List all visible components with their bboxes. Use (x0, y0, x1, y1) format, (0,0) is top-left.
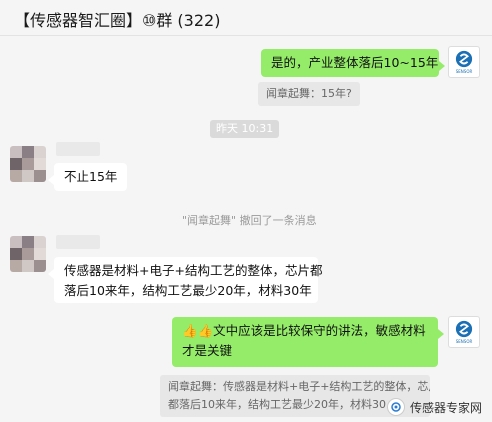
message-text-line: 传感器是材料+电子+结构工艺的整体，芯片都 (64, 263, 323, 278)
avatar-self[interactable]: SENSOR (448, 46, 480, 78)
message-text: 是的，产业整体落后10~15年 (271, 55, 439, 70)
message-text-line: 落后10来年，结构工艺最少20年，材料30年 (64, 283, 312, 298)
quoted-text: 闻章起舞：15年? (266, 87, 352, 100)
chat-title[interactable]: 【传感器智汇圈】⑩群 (322) (14, 7, 220, 31)
avatar-other[interactable] (10, 236, 46, 272)
logo-text: SENSOR (455, 339, 473, 344)
watermark-text: 传感器专家网 (409, 400, 482, 415)
avatar-self[interactable]: SENSOR (448, 316, 480, 348)
watermark: 传感器专家网 (386, 398, 482, 416)
message-bubble-self[interactable]: 👍👍文中应该是比较保守的讲法，敏感材料 才是关键 (172, 317, 444, 367)
wechat-channel-icon (386, 398, 405, 416)
sender-name-blurred (56, 235, 100, 249)
quoted-text-line: 都落后10来年，结构工艺最少20年，材料30... (168, 398, 397, 411)
logo-text: SENSOR (455, 69, 473, 74)
timestamp-badge: 昨天 10:31 (210, 120, 280, 138)
company-logo-icon (455, 50, 473, 68)
avatar-other[interactable] (10, 146, 46, 182)
message-bubble-other[interactable]: 传感器是材料+电子+结构工艺的整体，芯片都 落后10来年，结构工艺最少20年，材… (48, 257, 323, 303)
quoted-message[interactable]: 闻章起舞：15年? (258, 82, 360, 106)
quoted-text-line: 闻章起舞：传感器是材料+电子+结构工艺的整体，芯片 (168, 380, 430, 393)
timestamp-text: 昨天 10:31 (216, 122, 274, 135)
message-text-line: 才是关键 (182, 343, 233, 358)
message-text-line: 文中应该是比较保守的讲法，敏感材料 (213, 323, 426, 338)
message-bubble-self[interactable]: 是的，产业整体落后10~15年 (261, 49, 445, 77)
message-bubble-other[interactable]: 不止15年 (47, 163, 128, 191)
message-text: 不止15年 (64, 169, 118, 184)
thumbs-up-icon: 👍👍 (182, 323, 214, 338)
recall-notice: "闻章起舞" 撤回了一条消息 (182, 212, 317, 228)
company-logo-icon (455, 320, 473, 338)
recall-notice-text: "闻章起舞" 撤回了一条消息 (182, 214, 317, 227)
chat-header: 【传感器智汇圈】⑩群 (322) (0, 0, 492, 36)
sender-name-blurred (56, 142, 100, 156)
